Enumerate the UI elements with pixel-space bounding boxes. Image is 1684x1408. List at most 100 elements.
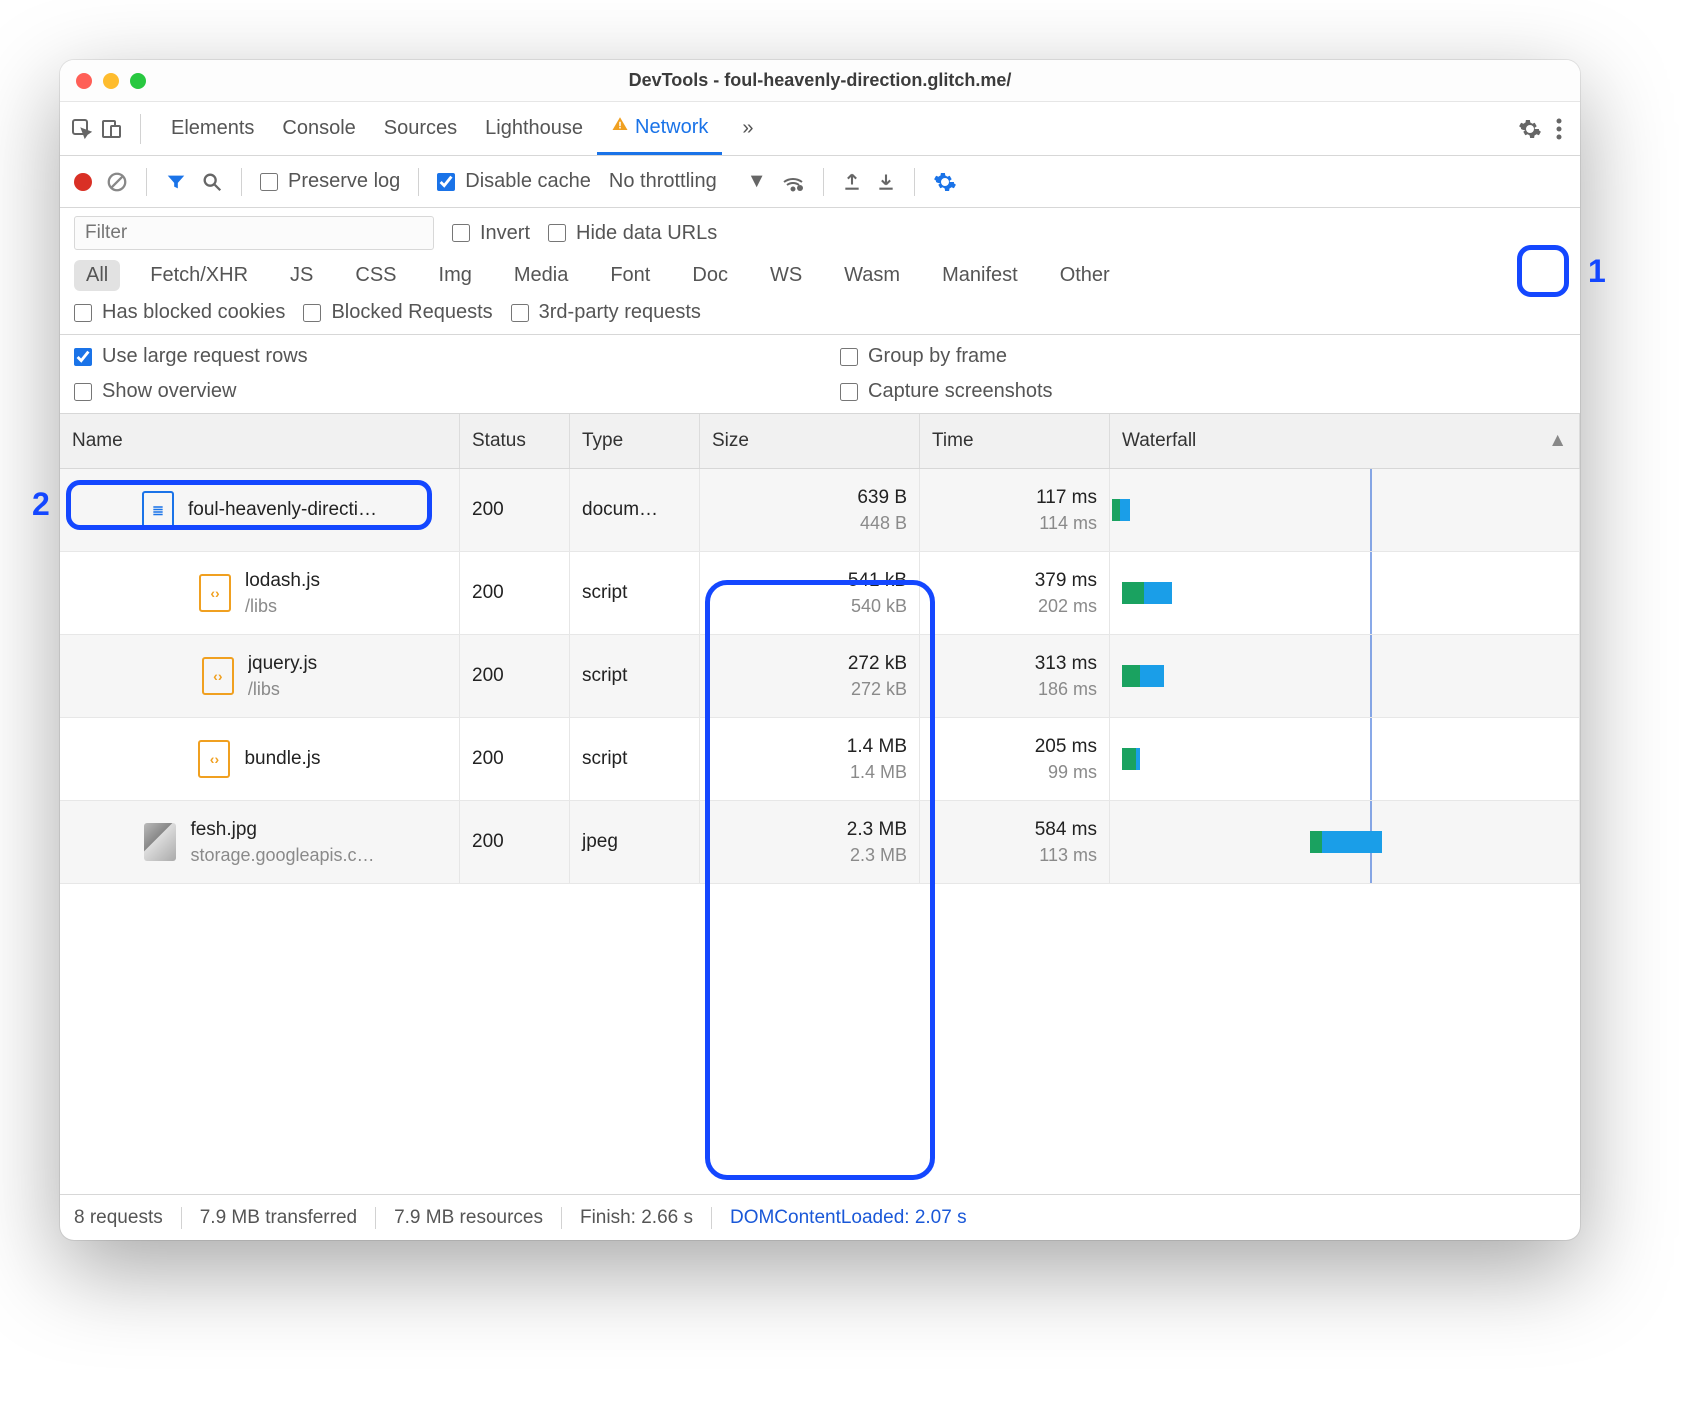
file-type-icon: ≣ — [142, 491, 174, 529]
more-tabs-button[interactable]: » — [728, 102, 767, 155]
inspect-element-icon[interactable] — [70, 117, 94, 141]
col-type[interactable]: Type — [570, 414, 700, 468]
filter-bar: Invert Hide data URLs All Fetch/XHR JS CSS I… — [60, 208, 1580, 335]
cell-waterfall — [1110, 635, 1580, 717]
has-blocked-cookies-checkbox[interactable]: Has blocked cookies — [74, 301, 285, 324]
third-party-requests-checkbox[interactable]: 3rd-party requests — [511, 301, 701, 324]
filter-icon[interactable] — [165, 171, 187, 193]
devtools-window: DevTools - foul-heavenly-direction.glitc… — [60, 60, 1580, 1240]
tab-network[interactable]: Network — [597, 102, 722, 155]
network-settings-gear-icon[interactable] — [933, 170, 957, 194]
titlebar: DevTools - foul-heavenly-direction.glitc… — [60, 60, 1580, 102]
table-row[interactable]: ‹›jquery.js/libs200script272 kB272 kB313… — [60, 635, 1580, 718]
cell-type: script — [570, 552, 700, 634]
status-resources: 7.9 MB resources — [376, 1207, 562, 1229]
warning-icon — [611, 115, 629, 139]
minimize-window-button[interactable] — [103, 73, 119, 89]
chevron-down-icon: ▼ — [747, 170, 767, 193]
tab-console[interactable]: Console — [268, 102, 369, 155]
table-row[interactable]: ≣foul-heavenly-directi…200docum…639 B448… — [60, 469, 1580, 552]
status-finish: Finish: 2.66 s — [562, 1207, 712, 1229]
file-type-icon: ‹› — [199, 574, 231, 612]
table-row[interactable]: fesh.jpgstorage.googleapis.c…200jpeg2.3 … — [60, 801, 1580, 884]
cell-waterfall — [1110, 801, 1580, 883]
cell-time: 584 ms113 ms — [920, 801, 1110, 883]
settings-gear-icon[interactable] — [1518, 117, 1542, 141]
filter-input[interactable] — [74, 216, 434, 250]
col-time[interactable]: Time — [920, 414, 1110, 468]
cell-time: 379 ms202 ms — [920, 552, 1110, 634]
cell-time: 117 ms114 ms — [920, 469, 1110, 551]
cell-waterfall — [1110, 718, 1580, 800]
status-transferred: 7.9 MB transferred — [182, 1207, 376, 1229]
filter-type-fetch-xhr[interactable]: Fetch/XHR — [138, 260, 260, 291]
filter-type-ws[interactable]: WS — [758, 260, 814, 291]
callout-number-1: 1 — [1588, 253, 1606, 290]
preserve-log-checkbox[interactable]: Preserve log — [260, 170, 400, 193]
disable-cache-checkbox[interactable]: Disable cache — [437, 170, 591, 193]
tab-lighthouse[interactable]: Lighthouse — [471, 102, 597, 155]
cell-time: 205 ms99 ms — [920, 718, 1110, 800]
requests-table: Name Status Type Size Time Waterfall▲ ≣f… — [60, 414, 1580, 1194]
capture-screenshots-checkbox[interactable]: Capture screenshots — [840, 380, 1566, 403]
filter-type-font[interactable]: Font — [598, 260, 662, 291]
filter-type-manifest[interactable]: Manifest — [930, 260, 1030, 291]
network-conditions-icon[interactable] — [781, 170, 805, 194]
device-toolbar-icon[interactable] — [100, 117, 124, 141]
panel-tabstrip: ElementsConsoleSourcesLighthouseNetwork … — [60, 102, 1580, 156]
cell-name: ‹›bundle.js — [60, 718, 460, 800]
filter-type-other[interactable]: Other — [1048, 260, 1122, 291]
cell-type: jpeg — [570, 801, 700, 883]
group-by-frame-checkbox[interactable]: Group by frame — [840, 345, 1566, 368]
filter-type-img[interactable]: Img — [427, 260, 484, 291]
file-type-icon: ‹› — [198, 740, 230, 778]
cell-name: ≣foul-heavenly-directi… — [60, 469, 460, 551]
filter-type-wasm[interactable]: Wasm — [832, 260, 912, 291]
file-type-icon: ‹› — [202, 657, 234, 695]
search-icon[interactable] — [201, 171, 223, 193]
blocked-requests-checkbox[interactable]: Blocked Requests — [303, 301, 492, 324]
cell-size: 541 kB540 kB — [700, 552, 920, 634]
tab-elements[interactable]: Elements — [157, 102, 268, 155]
cell-name: ‹›jquery.js/libs — [60, 635, 460, 717]
hide-data-urls-checkbox[interactable]: Hide data URLs — [548, 222, 717, 245]
tab-sources[interactable]: Sources — [370, 102, 471, 155]
callout-number-2: 2 — [32, 486, 50, 523]
table-row[interactable]: ‹›bundle.js200script1.4 MB1.4 MB205 ms99… — [60, 718, 1580, 801]
cell-name: fesh.jpgstorage.googleapis.c… — [60, 801, 460, 883]
filter-type-media[interactable]: Media — [502, 260, 580, 291]
zoom-window-button[interactable] — [130, 73, 146, 89]
col-status[interactable]: Status — [460, 414, 570, 468]
filter-type-css[interactable]: CSS — [343, 260, 408, 291]
cell-status: 200 — [460, 635, 570, 717]
cell-time: 313 ms186 ms — [920, 635, 1110, 717]
large-request-rows-checkbox[interactable]: Use large request rows — [74, 345, 800, 368]
network-toolbar: Preserve log Disable cache No throttling… — [60, 156, 1580, 208]
col-waterfall[interactable]: Waterfall▲ — [1110, 414, 1580, 468]
invert-checkbox[interactable]: Invert — [452, 222, 530, 245]
close-window-button[interactable] — [76, 73, 92, 89]
col-size[interactable]: Size — [700, 414, 920, 468]
throttling-select[interactable]: No throttling ▼ — [609, 170, 767, 193]
kebab-menu-icon[interactable] — [1548, 118, 1570, 140]
divider — [140, 114, 141, 144]
record-button[interactable] — [74, 173, 92, 191]
clear-icon[interactable] — [106, 171, 128, 193]
sort-asc-icon: ▲ — [1548, 430, 1567, 452]
export-har-icon[interactable] — [876, 172, 896, 192]
import-har-icon[interactable] — [842, 172, 862, 192]
table-row[interactable]: ‹›lodash.js/libs200script541 kB540 kB379… — [60, 552, 1580, 635]
cell-status: 200 — [460, 552, 570, 634]
col-name[interactable]: Name — [60, 414, 460, 468]
filter-type-js[interactable]: JS — [278, 260, 325, 291]
cell-size: 272 kB272 kB — [700, 635, 920, 717]
cell-name: ‹›lodash.js/libs — [60, 552, 460, 634]
filter-type-all[interactable]: All — [74, 260, 120, 291]
cell-type: script — [570, 635, 700, 717]
window-title: DevTools - foul-heavenly-direction.glitc… — [60, 70, 1580, 91]
cell-type: script — [570, 718, 700, 800]
network-settings-row: Use large request rows Group by frame Sh… — [60, 335, 1580, 414]
show-overview-checkbox[interactable]: Show overview — [74, 380, 800, 403]
window-controls — [76, 73, 146, 89]
filter-type-doc[interactable]: Doc — [680, 260, 740, 291]
